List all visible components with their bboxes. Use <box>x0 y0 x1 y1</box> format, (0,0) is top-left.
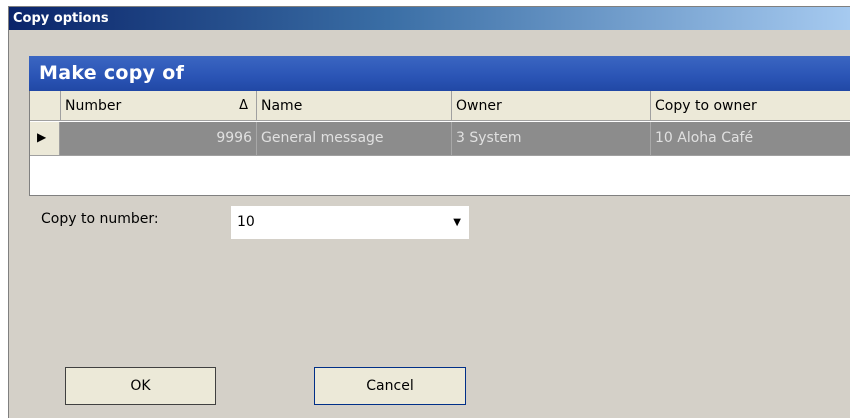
table-row[interactable]: ▶ 9996 General message 3 System 10 Aloha… <box>30 122 850 155</box>
column-header-copy-to-owner[interactable]: Copy to owner <box>650 91 850 121</box>
column-header-owner[interactable]: Owner <box>451 91 650 121</box>
copy-to-number-value: 10 <box>237 214 255 230</box>
window-title: Copy options <box>9 7 850 30</box>
current-row-arrow-icon: ▶ <box>37 130 47 144</box>
row-indicator: ▶ <box>30 122 60 155</box>
cell-owner[interactable]: 3 System <box>451 122 650 155</box>
copy-options-dialog: Copy options Make copy of Number Δ Name … <box>8 6 850 418</box>
cell-number[interactable]: 9996 <box>60 122 256 155</box>
column-header-number[interactable]: Number Δ <box>60 91 256 121</box>
column-header-name[interactable]: Name <box>256 91 451 121</box>
grid-header: Number Δ Name Owner Copy to owner <box>30 91 850 121</box>
grid-divider <box>30 155 850 156</box>
dropdown-arrow-icon[interactable]: ▼ <box>453 206 461 239</box>
section-title: Make copy of <box>29 56 850 91</box>
sort-ascending-icon: Δ <box>239 98 248 113</box>
ok-button[interactable]: OK <box>65 367 216 405</box>
cancel-button[interactable]: Cancel <box>314 367 466 405</box>
cell-copy-to-owner[interactable]: 10 Aloha Café <box>650 122 850 155</box>
cell-name[interactable]: General message <box>256 122 451 155</box>
column-header-number-label: Number <box>65 98 122 114</box>
copy-to-number-label: Copy to number: <box>41 211 159 227</box>
copy-grid: Number Δ Name Owner Copy to owner ▶ 9996… <box>29 91 850 196</box>
copy-to-number-dropdown[interactable]: 10 ▼ <box>231 206 469 239</box>
